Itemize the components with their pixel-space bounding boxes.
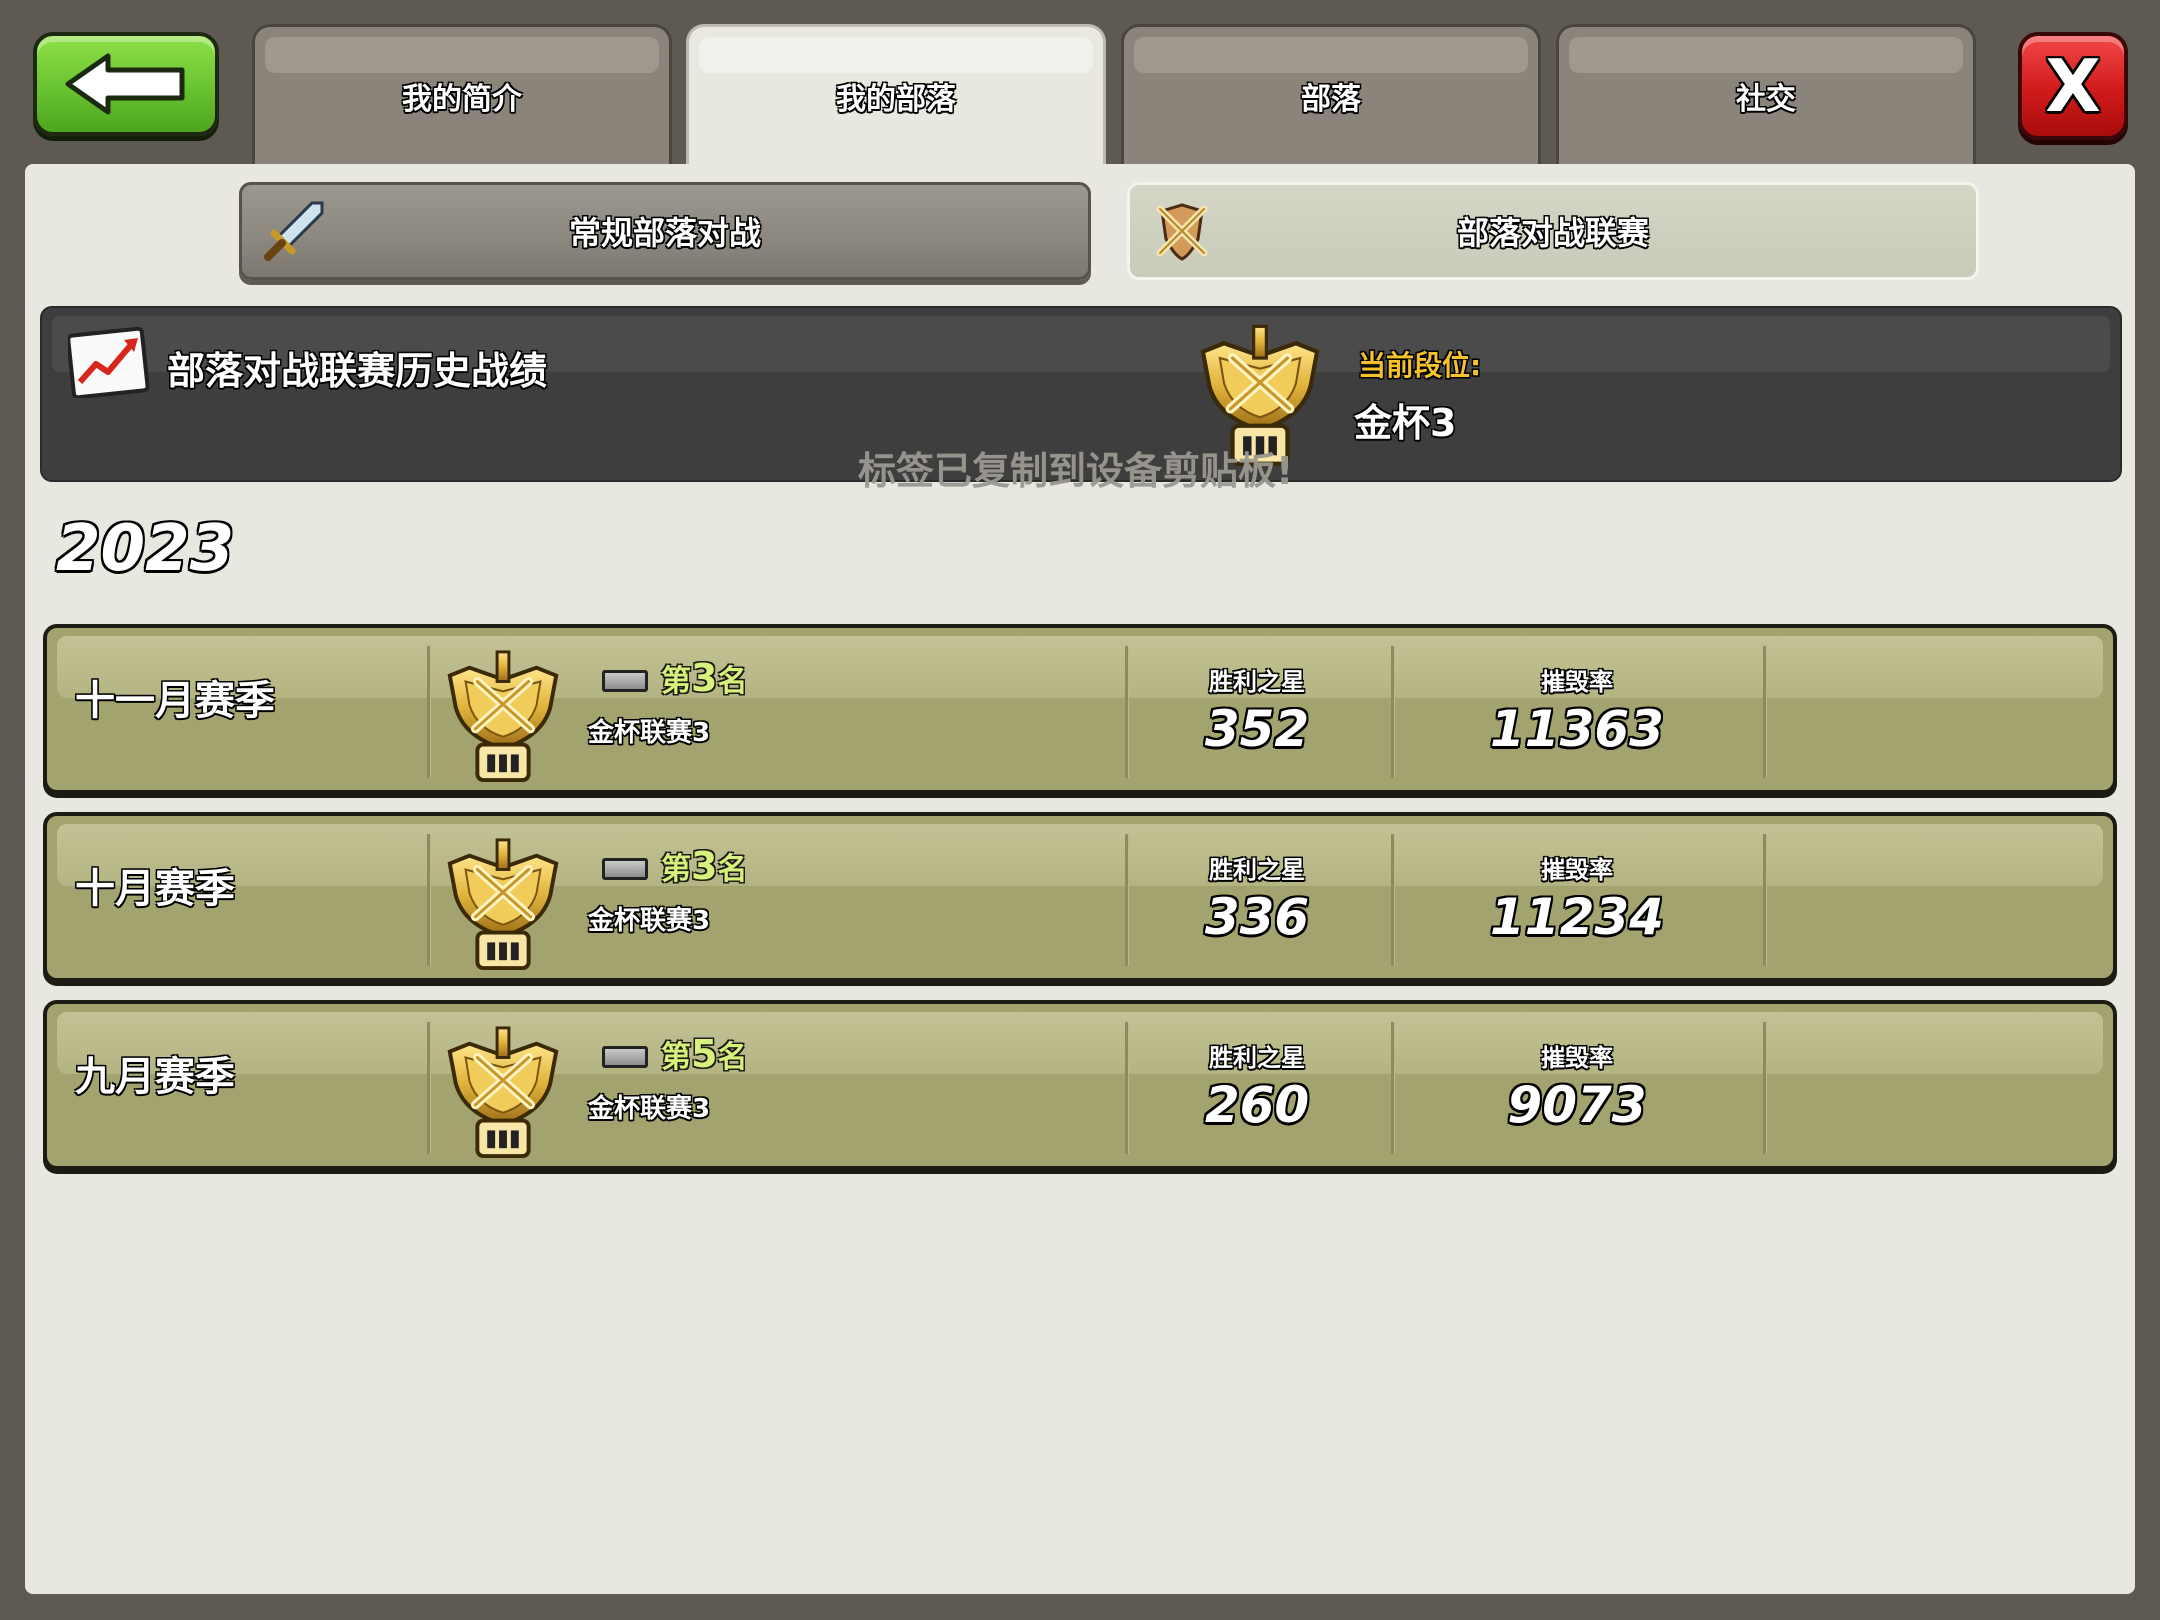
chart-up-icon	[68, 326, 150, 398]
stars-value: 336	[1204, 888, 1310, 946]
stars-header: 胜利之星	[1209, 856, 1305, 884]
season-row[interactable]: 九月赛季 第5名 金杯联赛3 胜利之星 260 摧毁率 9073	[43, 1000, 2117, 1170]
current-rank-value: 金杯3	[1354, 401, 1457, 445]
crossed-swords-shield-icon	[1156, 203, 1208, 261]
destruction-header: 摧毁率	[1541, 856, 1613, 884]
tab-social[interactable]: 社交	[1556, 24, 1976, 164]
rank-change-icon	[602, 1046, 648, 1068]
destruction-value: 9073	[1507, 1076, 1647, 1134]
subtab-label: 常规部落对战	[568, 214, 761, 252]
season-row[interactable]: 十月赛季 第3名 金杯联赛3 胜利之星 336 摧毁率 11234	[43, 812, 2117, 982]
season-rank: 第5名	[661, 1032, 748, 1076]
stars-value: 260	[1204, 1076, 1310, 1134]
season-league: 金杯联赛3	[588, 906, 711, 936]
tab-my-profile[interactable]: 我的简介	[252, 24, 672, 164]
tab-clans[interactable]: 部落	[1121, 24, 1541, 164]
gold-league-trophy-icon	[439, 834, 567, 972]
stars-value: 352	[1204, 700, 1310, 758]
back-button[interactable]	[33, 32, 219, 136]
subtab-label: 部落对战联赛	[1456, 214, 1649, 252]
year-heading: 2023	[56, 512, 235, 586]
tab-label: 社交	[1736, 81, 1796, 117]
rank-change-icon	[602, 670, 648, 692]
gold-league-trophy-icon	[439, 1022, 567, 1160]
tab-label: 我的部落	[836, 81, 956, 117]
sword-icon	[264, 201, 324, 261]
gold-league-trophy-icon	[439, 646, 567, 784]
current-rank-label: 当前段位:	[1358, 349, 1482, 382]
season-row[interactable]: 十一月赛季 第3名 金杯联赛3 胜利之星 352 摧毁率 11363	[43, 624, 2117, 794]
season-name: 九月赛季	[75, 1054, 235, 1100]
stars-header: 胜利之星	[1209, 1044, 1305, 1072]
destruction-value: 11234	[1490, 888, 1664, 946]
tab-label: 我的简介	[402, 81, 522, 117]
season-name: 十月赛季	[75, 866, 235, 912]
destruction-header: 摧毁率	[1541, 668, 1613, 696]
stars-header: 胜利之星	[1209, 668, 1305, 696]
season-league: 金杯联赛3	[588, 1094, 711, 1124]
subtab-league-war[interactable]: 部落对战联赛	[1127, 182, 1979, 280]
destruction-value: 11363	[1490, 700, 1664, 758]
subtab-regular-war[interactable]: 常规部落对战	[239, 182, 1091, 280]
close-icon: X	[2045, 44, 2101, 128]
tab-label: 部落	[1301, 81, 1361, 117]
season-rank: 第3名	[661, 656, 748, 700]
rank-change-icon	[602, 858, 648, 880]
destruction-header: 摧毁率	[1541, 1044, 1613, 1072]
season-name: 十一月赛季	[75, 678, 275, 724]
history-title: 部落对战联赛历史战绩	[167, 349, 548, 393]
season-rank: 第3名	[661, 844, 748, 888]
tab-my-clan[interactable]: 我的部落	[686, 24, 1106, 164]
close-button[interactable]: X	[2018, 32, 2128, 140]
arrow-left-icon	[65, 53, 185, 115]
toast-message: 标签已复制到设备剪贴板!	[858, 449, 1294, 493]
season-league: 金杯联赛3	[588, 718, 711, 748]
